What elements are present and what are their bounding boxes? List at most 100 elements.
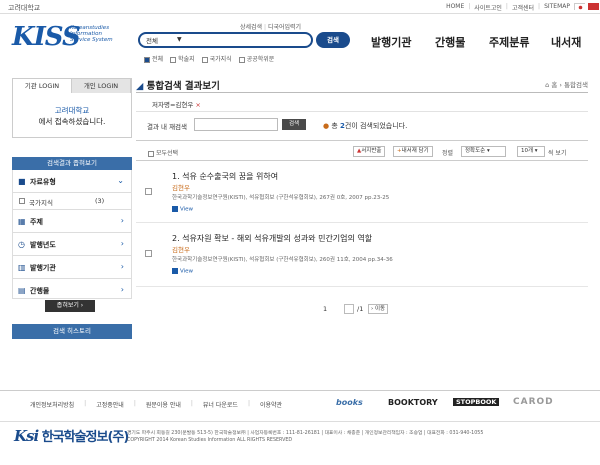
- partner-stopbook-logo[interactable]: STOPBOOK: [453, 398, 500, 406]
- nav-publisher[interactable]: 발행기관: [371, 34, 411, 50]
- facet-year[interactable]: ◷ 발행년도 ›: [12, 233, 132, 256]
- view-button[interactable]: View: [172, 268, 193, 275]
- footer-link-terms[interactable]: 이용약관: [260, 400, 282, 409]
- china-flag-icon[interactable]: [588, 3, 599, 10]
- top-links: HOME | 사이트고인 | 고객센터 | SITEMAP: [446, 3, 570, 12]
- result-checkbox[interactable]: [145, 250, 152, 257]
- building-icon: ▥: [18, 263, 26, 272]
- checkbox-icon: [144, 56, 150, 63]
- search-button[interactable]: 검색: [316, 32, 350, 48]
- page-title: ◢ 통합검색 결과보기: [136, 81, 220, 92]
- view-button[interactable]: View: [172, 206, 193, 213]
- results-divider: [136, 160, 588, 161]
- checkbox-icon: [19, 198, 25, 204]
- advanced-search-link[interactable]: 상세검색: [240, 24, 262, 31]
- search-filters: 전체 학술지 국가지식 공공학위문: [144, 54, 274, 63]
- partner-booktory-logo[interactable]: BOOKTORY: [388, 398, 438, 407]
- checkbox-icon: [148, 150, 154, 157]
- total-pages: /1: [357, 305, 364, 313]
- refine-search-input[interactable]: [194, 118, 278, 131]
- add-library-button[interactable]: +내서재 담기: [393, 146, 433, 157]
- top-link-intro[interactable]: 사이트고인: [474, 3, 502, 12]
- go-page-button[interactable]: › 이동: [368, 304, 389, 314]
- per-page-select[interactable]: 10개 ▾: [517, 146, 545, 157]
- top-link-support[interactable]: 고객센터: [512, 3, 534, 12]
- grid-icon: ▦: [18, 217, 26, 226]
- checkbox-icon: [238, 56, 245, 63]
- search-input[interactable]: [138, 32, 313, 48]
- result-author[interactable]: 김현우: [172, 244, 190, 254]
- multilang-input-link[interactable]: 디국어입력기: [268, 24, 301, 31]
- nav-my-library[interactable]: 내서재: [551, 34, 581, 50]
- book-icon: ▤: [18, 286, 26, 295]
- tab-institution-login[interactable]: 기관 LOGIN: [13, 79, 72, 93]
- checkbox-icon: [201, 56, 208, 63]
- refine-search-button[interactable]: 검색: [282, 119, 306, 130]
- footer-divider: [0, 390, 600, 391]
- search-history-button[interactable]: 검색 히스토리: [12, 324, 132, 339]
- footer-link-fulltext[interactable]: 원문이용 안내: [146, 400, 181, 409]
- result-item: 1. 석유 순수출국의 꿈을 위하여 김현우 한국과학기술정보연구원(KISTI…: [136, 166, 588, 222]
- view-icon: [172, 206, 178, 212]
- login-message: 고려대학교 에서 접속하셨습니다.: [38, 106, 106, 126]
- narrow-results-header: 검색결과 좁혀보기: [12, 157, 132, 170]
- institution-name: 고려대학교: [8, 4, 41, 12]
- chevron-right-icon: ›: [120, 216, 124, 225]
- result-author[interactable]: 김현우: [172, 182, 190, 192]
- nav-subject[interactable]: 주제분류: [489, 34, 529, 50]
- facet-material-type[interactable]: ■ 자료유형 ⌄: [12, 170, 132, 193]
- chevron-right-icon: ›: [120, 285, 124, 294]
- current-page[interactable]: 1: [323, 305, 327, 313]
- filter-all[interactable]: 전체: [144, 54, 163, 63]
- filter-public[interactable]: 공공학위문: [238, 54, 274, 63]
- search-condition-chip[interactable]: 저자명=김현우 ×: [152, 99, 201, 109]
- result-divider: [136, 222, 588, 223]
- result-title[interactable]: 2. 석유자원 확보 - 해외 석유개발의 성과와 민간기업의 역할: [172, 233, 372, 244]
- nav-publication[interactable]: 간행물: [435, 34, 465, 50]
- result-title[interactable]: 1. 석유 순수출국의 꿈을 위하여: [172, 171, 278, 182]
- top-link-home[interactable]: HOME: [446, 3, 464, 12]
- export-button[interactable]: ▲서지반출: [353, 146, 386, 157]
- toolbar-divider: [136, 140, 588, 141]
- search-options: 상세검색 | 디국어입력기: [240, 24, 302, 31]
- chevron-down-icon: ▼: [177, 36, 182, 43]
- chip-divider: [136, 111, 588, 112]
- clock-icon: ◷: [18, 240, 25, 249]
- footer-link-privacy[interactable]: 개인정보처리방침: [30, 400, 74, 409]
- narrow-button[interactable]: 좁혀보기 ›: [45, 300, 95, 312]
- partner-carod-logo[interactable]: CAROD: [513, 397, 554, 407]
- title-bullet-icon: ◢: [136, 81, 144, 92]
- sort-select[interactable]: 정확도순 ▾: [461, 146, 506, 157]
- top-link-sitemap[interactable]: SITEMAP: [544, 3, 570, 12]
- footer-links: 개인정보처리방침 | 고정중안내 | 원문이용 안내 | 뷰너 다운로드 | 이용약관: [30, 400, 283, 409]
- result-item: 2. 석유자원 확보 - 해외 석유개발의 성과와 민간기업의 역할 김현우 한…: [136, 228, 588, 284]
- home-icon: ⌂: [545, 81, 550, 89]
- per-page-suffix: 씩 보기: [548, 150, 567, 157]
- tab-personal-login[interactable]: 개인 LOGIN: [72, 79, 131, 93]
- footer-link-viewer[interactable]: 뷰너 다운로드: [203, 400, 238, 409]
- info-icon: ●: [323, 122, 330, 130]
- result-checkbox[interactable]: [145, 188, 152, 195]
- partner-books-logo[interactable]: books: [336, 398, 363, 407]
- facet-publication[interactable]: ▤ 간행물 ›: [12, 279, 132, 299]
- filter-journal[interactable]: 학술지: [170, 54, 195, 63]
- result-source: 한국과학기술정보연구원(KISTI), 석유협회보 (구한석유협회보), 267…: [172, 195, 390, 201]
- refine-label: 결과 내 재검색: [147, 123, 188, 131]
- chevron-down-icon: ⌄: [117, 176, 124, 185]
- title-divider: [136, 92, 588, 93]
- result-source: 한국과학기술정보연구원(KISTI), 석유협회보 (구한석유협회보), 260…: [172, 257, 393, 263]
- page-input[interactable]: [344, 304, 354, 314]
- footer-copyright: COPYRIGHT 2014 Korean Studies Informatio…: [127, 438, 293, 443]
- chevron-right-icon: ›: [120, 262, 124, 271]
- result-count: ● 총 2건이 검색되었습니다.: [323, 122, 408, 130]
- search-scope-select[interactable]: 전체: [146, 35, 158, 45]
- result-divider: [136, 286, 588, 287]
- select-all[interactable]: 모두선택: [148, 148, 178, 157]
- footer-logo: Ksi 한국학술정보(주): [14, 427, 129, 445]
- facet-publisher[interactable]: ▥ 발행기관 ›: [12, 256, 132, 279]
- footer-link-guide[interactable]: 고정중안내: [96, 400, 124, 409]
- filter-national[interactable]: 국가지식: [201, 54, 232, 63]
- facet-subject[interactable]: ▦ 주제 ›: [12, 210, 132, 233]
- korea-flag-icon[interactable]: [574, 3, 586, 11]
- facet-option-national[interactable]: 국가지식 (3): [12, 193, 132, 210]
